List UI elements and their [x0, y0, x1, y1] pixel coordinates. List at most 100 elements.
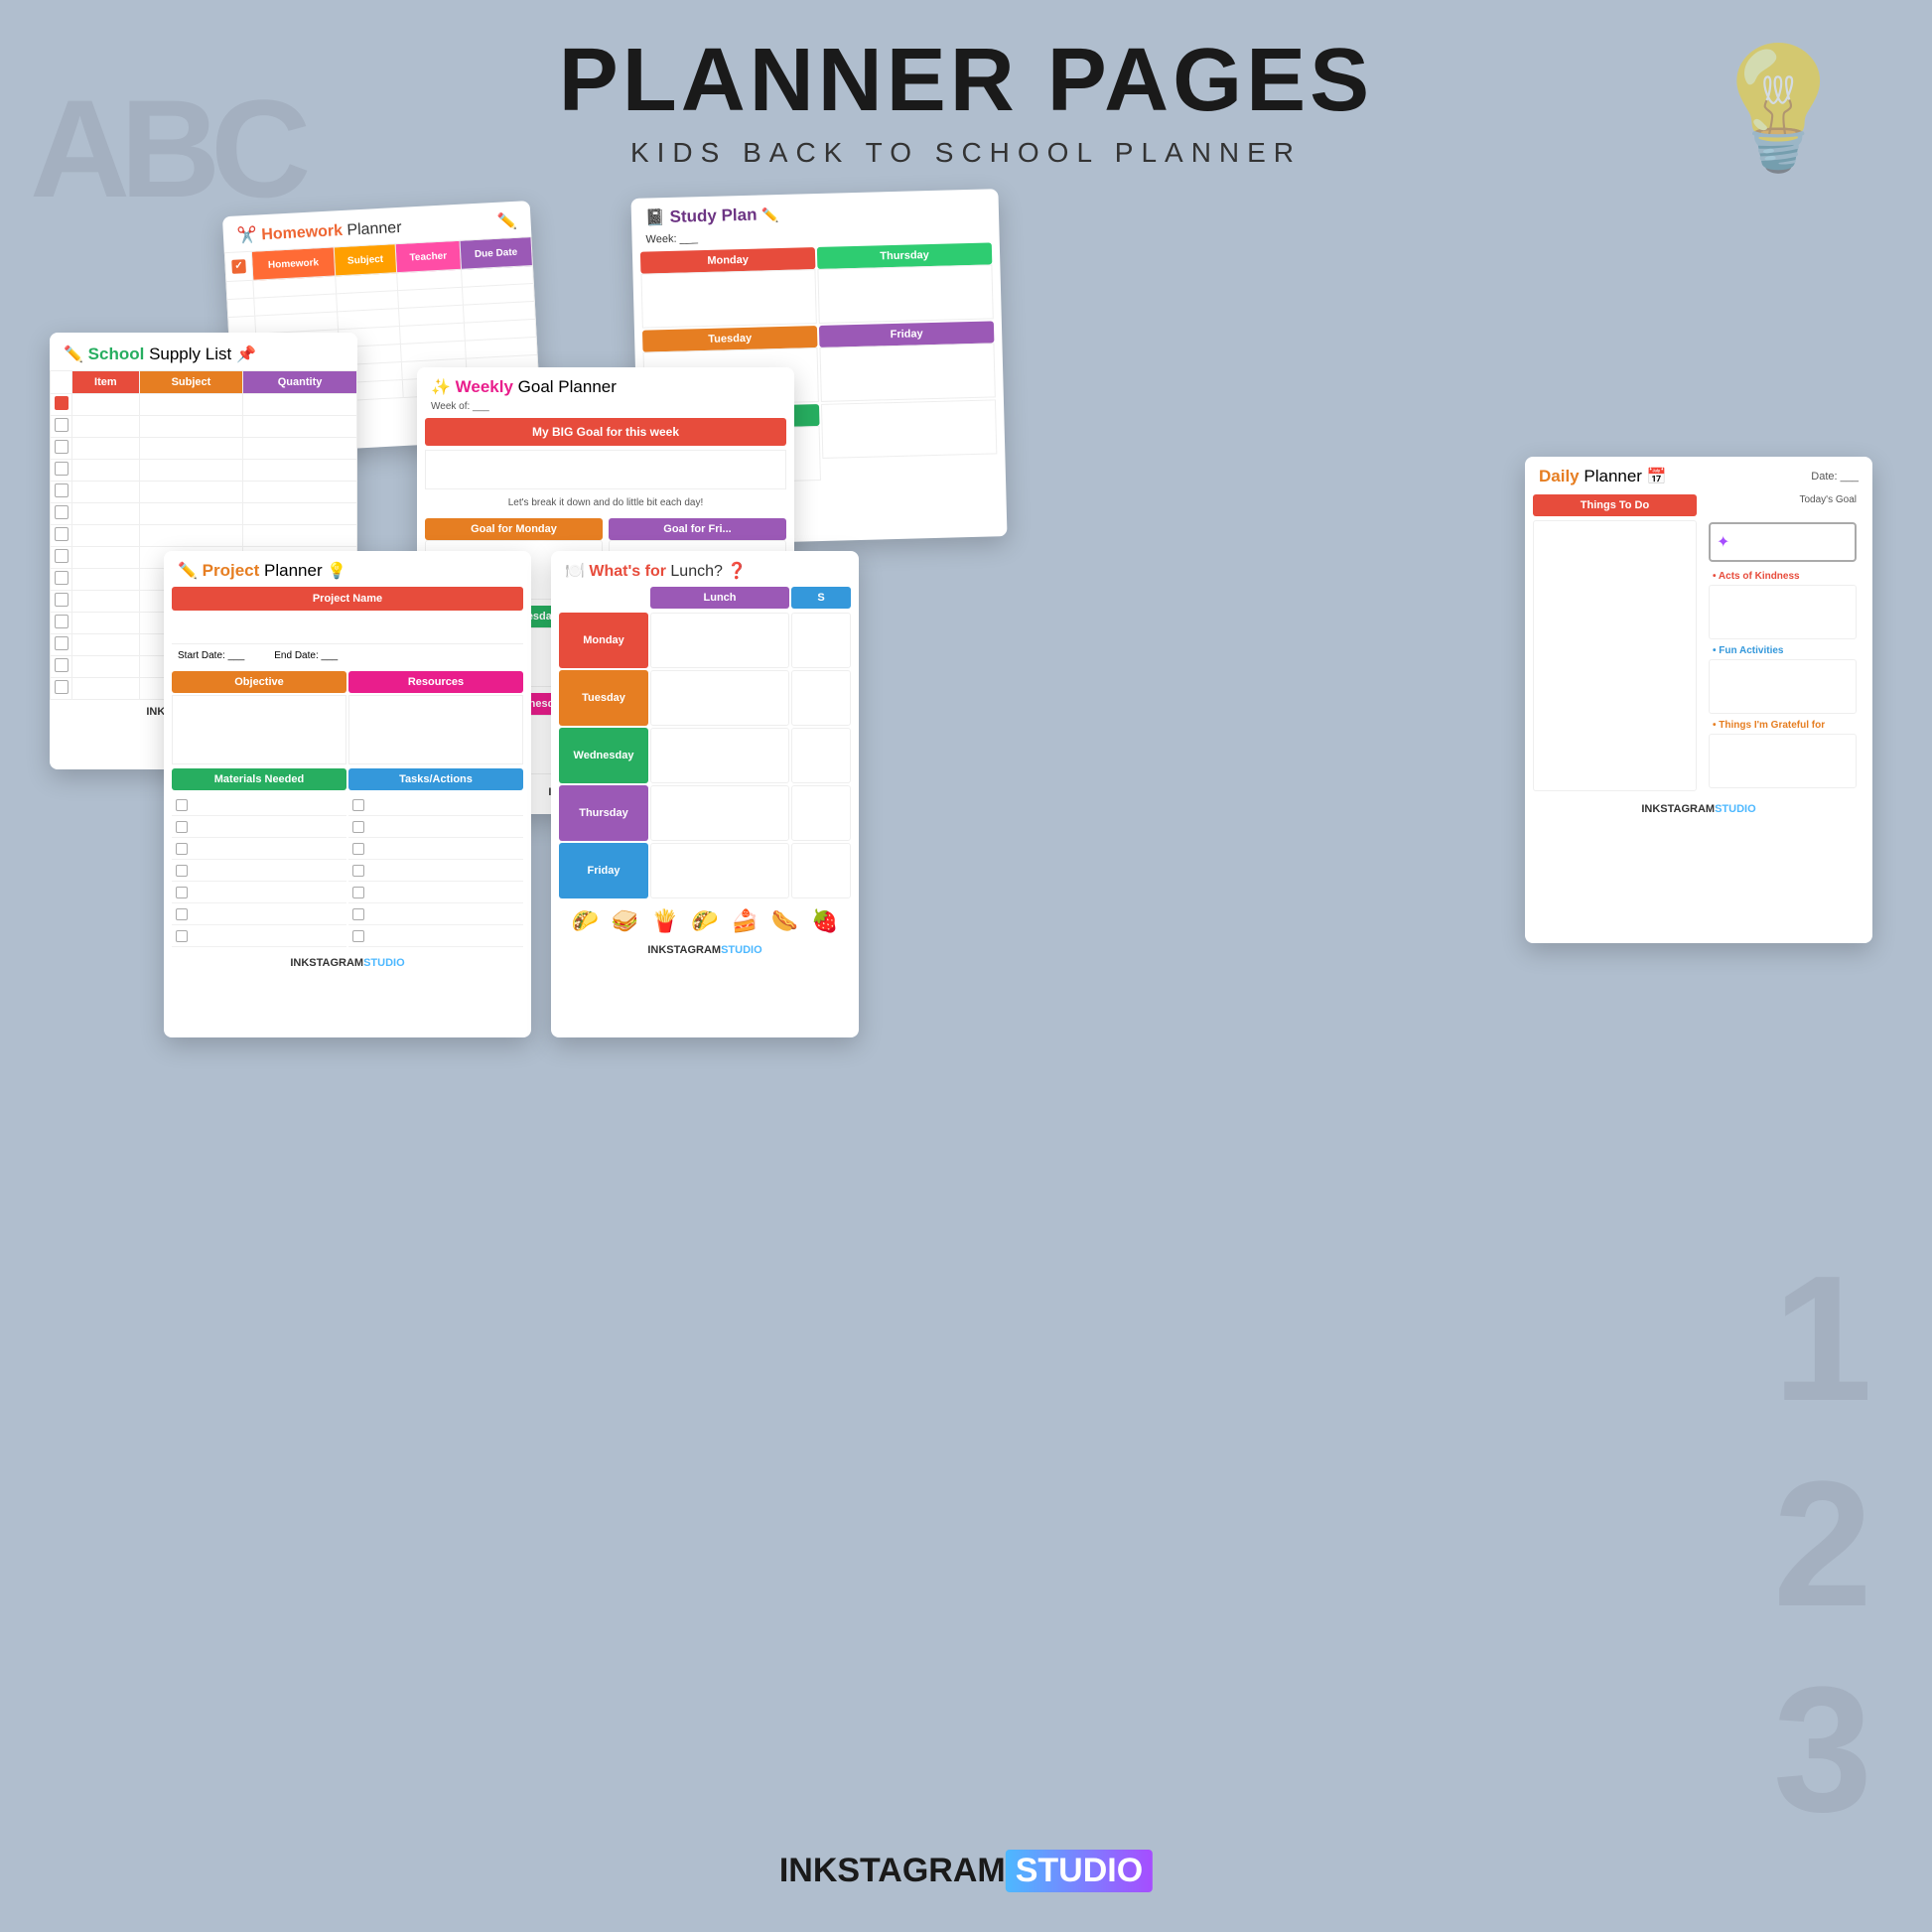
- proj-cb-6b[interactable]: [352, 908, 364, 920]
- end-date: End Date: ___: [274, 650, 338, 661]
- supply-cb-8[interactable]: [55, 549, 69, 563]
- weekly-week-of: Week of: ___: [417, 401, 794, 418]
- daily-date: Date: ___: [1811, 471, 1859, 483]
- proj-cb-7b[interactable]: [352, 930, 364, 942]
- supply-cb-1[interactable]: [55, 396, 69, 410]
- lunch-friday-snack: [791, 843, 851, 898]
- supply-cb-9[interactable]: [55, 571, 69, 585]
- star-icon: ✦: [1717, 532, 1729, 552]
- lunch-thursday-label: Thursday: [559, 785, 648, 841]
- supply-cb-4[interactable]: [55, 462, 69, 476]
- page-subtitle: KIDS BACK TO SCHOOL PLANNER: [559, 137, 1373, 169]
- project-normal: Planner: [264, 561, 323, 580]
- hw-col-subject: Subject: [334, 244, 397, 276]
- supply-cb-2[interactable]: [55, 418, 69, 432]
- study-thursday-lines: [817, 264, 993, 324]
- daily-grid: Things To Do Today's Goal: [1525, 490, 1872, 520]
- daily-grateful-content: [1709, 734, 1857, 788]
- food-icon-6: 🌭: [771, 908, 798, 934]
- bg-lightbulb: 💡: [1705, 40, 1853, 179]
- start-date: Start Date: ___: [178, 650, 244, 661]
- proj-cb-1b[interactable]: [352, 799, 364, 811]
- project-checkbox-section: [172, 794, 523, 947]
- supply-bold: School: [88, 345, 145, 363]
- proj-cb-2a[interactable]: [176, 821, 188, 833]
- lunch-monday-cell: [650, 613, 789, 668]
- daily-acts-label: • Acts of Kindness: [1709, 568, 1857, 585]
- study-friday-lines: [819, 343, 995, 402]
- pencil-icon: ✏️: [496, 211, 517, 232]
- project-obj-res: Objective Resources: [172, 671, 523, 764]
- lunch-thursday-row: Thursday: [559, 785, 851, 841]
- project-mat-tasks-header: Materials Needed Tasks/Actions: [172, 768, 523, 790]
- supply-title: ✏️ School Supply List 📌: [50, 333, 357, 370]
- project-res-header: Resources: [348, 671, 523, 693]
- proj-cb-3a[interactable]: [176, 843, 188, 855]
- supply-cb-3[interactable]: [55, 440, 69, 454]
- supply-col-qty: Quantity: [243, 371, 357, 394]
- daily-today-goal-label: Today's Goal: [1701, 494, 1864, 516]
- lunch-card-brand: INKSTAGRAMSTUDIO: [551, 938, 859, 960]
- weekly-break-text: Let's break it down and do little bit ea…: [417, 493, 794, 512]
- bg-abc-letters: ABC: [30, 79, 301, 218]
- daily-grateful-label: • Things I'm Grateful for: [1709, 717, 1857, 734]
- project-mat-header: Materials Needed: [172, 768, 346, 790]
- food-icon-2: 🥪: [612, 908, 638, 934]
- daily-card-brand: INKSTAGRAMSTUDIO: [1525, 797, 1872, 819]
- homework-normal: Planner: [346, 219, 402, 239]
- project-card-brand: INKSTAGRAMSTUDIO: [164, 951, 531, 973]
- proj-cb-4a[interactable]: [176, 865, 188, 877]
- lunch-col-snack: S: [791, 587, 851, 609]
- lunch-title: 🍽️ What's for Lunch? ❓: [551, 551, 859, 587]
- proj-cb-7a[interactable]: [176, 930, 188, 942]
- daily-todo-lines: [1533, 520, 1697, 791]
- proj-cb-2b[interactable]: [352, 821, 364, 833]
- lunch-bold: What's for: [589, 563, 666, 580]
- proj-cb-4b[interactable]: [352, 865, 364, 877]
- weekly-title: ✨ Weekly Goal Planner: [417, 367, 794, 401]
- lunch-tuesday-label: Tuesday: [559, 670, 648, 726]
- supply-col-item: Item: [72, 371, 140, 394]
- daily-normal: Planner: [1584, 467, 1642, 485]
- lunch-monday-row: Monday: [559, 613, 851, 668]
- daily-fun-label: • Fun Activities: [1709, 642, 1857, 659]
- supply-cb-14[interactable]: [55, 680, 69, 694]
- supply-cb-5[interactable]: [55, 483, 69, 497]
- study-extra-lines: [821, 399, 997, 459]
- hw-checkbox: ✓: [231, 259, 246, 274]
- daily-columns: ✦ • Acts of Kindness • Fun Activities •: [1525, 520, 1872, 797]
- daily-todo-header: Things To Do: [1533, 494, 1697, 516]
- calendar-icon: 📅: [1647, 469, 1667, 485]
- daily-acts-content: [1709, 585, 1857, 639]
- proj-cb-5b[interactable]: [352, 887, 364, 898]
- lunch-friday-row: Friday: [559, 843, 851, 898]
- lunch-friday-cell: [650, 843, 789, 898]
- homework-bold: Homework: [261, 222, 344, 243]
- lunch-header-row: Lunch S: [559, 587, 851, 609]
- lunch-monday-label: Monday: [559, 613, 648, 668]
- supply-cb-13[interactable]: [55, 658, 69, 672]
- bottom-studio: STUDIO: [1006, 1850, 1153, 1892]
- supply-cb-6[interactable]: [55, 505, 69, 519]
- daily-grateful-section: • Things I'm Grateful for: [1709, 717, 1857, 788]
- daily-acts-section: • Acts of Kindness: [1709, 568, 1857, 639]
- supply-cb-10[interactable]: [55, 593, 69, 607]
- main-title-area: PLANNER PAGES KIDS BACK TO SCHOOL PLANNE…: [559, 30, 1373, 169]
- daily-planner-card: Daily Planner 📅 Date: ___ Things To Do T…: [1525, 457, 1872, 943]
- project-name-line: [172, 615, 523, 644]
- proj-cb-6a[interactable]: [176, 908, 188, 920]
- study-monday-lines: [640, 269, 816, 329]
- lunch-food-icons: 🌮 🥪 🍟 🌮 🍰 🌭 🍓: [551, 900, 859, 938]
- supply-cb-11[interactable]: [55, 615, 69, 628]
- weekly-normal: Goal Planner: [518, 377, 617, 396]
- supply-cb-12[interactable]: [55, 636, 69, 650]
- supply-cb-7[interactable]: [55, 527, 69, 541]
- proj-cb-1a[interactable]: [176, 799, 188, 811]
- daily-goal-star-box: ✦: [1709, 522, 1857, 562]
- food-icon-1: 🌮: [571, 908, 598, 934]
- proj-cb-3b[interactable]: [352, 843, 364, 855]
- food-icon-3: 🍟: [651, 908, 678, 934]
- project-obj-header: Objective: [172, 671, 346, 693]
- lunch-wednesday-cell: [650, 728, 789, 783]
- proj-cb-5a[interactable]: [176, 887, 188, 898]
